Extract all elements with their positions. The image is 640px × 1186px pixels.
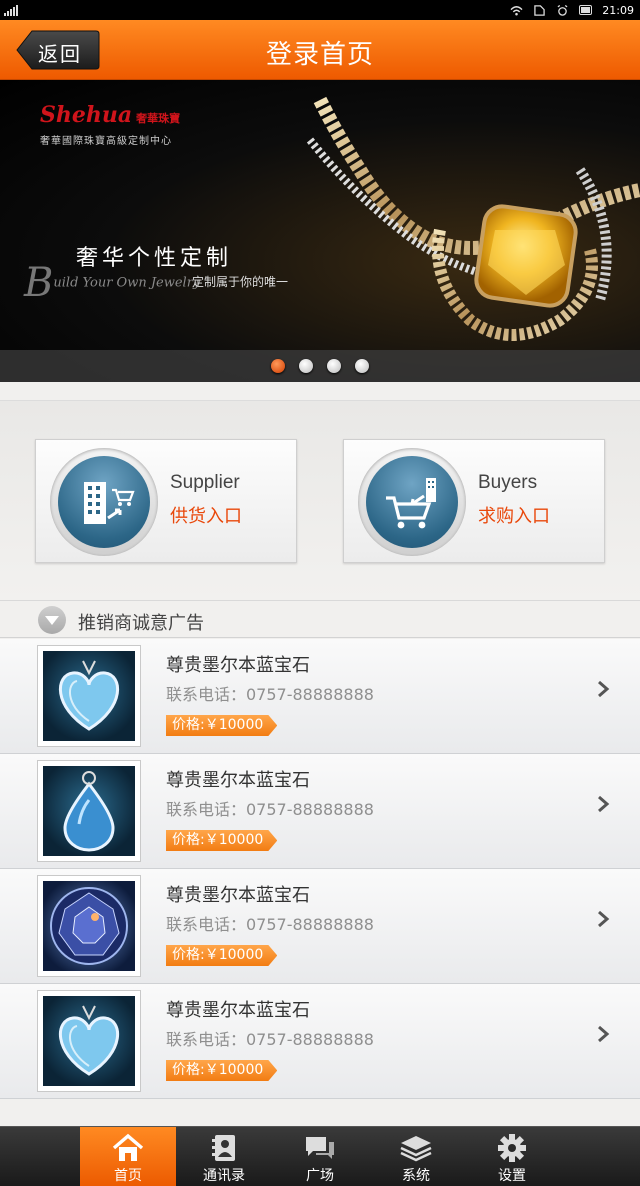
sim-icon bbox=[534, 4, 546, 16]
supplier-label-cn: 供货入口 bbox=[170, 506, 242, 527]
brand-subtitle: 奢華國際珠寶高級定制中心 bbox=[40, 136, 172, 147]
tab-system[interactable]: 系统 bbox=[368, 1127, 464, 1186]
list-item[interactable]: 尊贵墨尔本蓝宝石 联系电话：0757-88888888 价格:￥10000 bbox=[0, 639, 640, 754]
product-thumbnail bbox=[37, 760, 141, 862]
price-tag: 价格:￥10000 bbox=[166, 715, 278, 736]
product-title: 尊贵墨尔本蓝宝石 bbox=[166, 1000, 310, 1021]
buyers-label-cn: 求购入口 bbox=[478, 506, 550, 527]
banner-carousel[interactable]: Shehua 奢華珠寶 奢華國際珠寶高級定制中心 奢华个性定制 Build You… bbox=[0, 80, 640, 382]
heart-pendant-image bbox=[58, 660, 120, 731]
carousel-dot[interactable] bbox=[299, 359, 313, 373]
price-tag: 价格:￥10000 bbox=[166, 830, 278, 851]
banner-subslogan: 定制属于你的唯一 bbox=[192, 275, 289, 289]
heart-pendant-image bbox=[58, 1005, 120, 1076]
carousel-indicator bbox=[0, 350, 640, 382]
chevron-right-icon bbox=[598, 910, 610, 928]
chevron-right-icon bbox=[598, 795, 610, 813]
home-icon bbox=[112, 1133, 144, 1161]
status-time: 21:09 bbox=[602, 3, 634, 17]
product-phone: 联系电话：0757-88888888 bbox=[166, 800, 374, 819]
product-title: 尊贵墨尔本蓝宝石 bbox=[166, 885, 310, 906]
buyers-icon-frame bbox=[358, 448, 466, 556]
contacts-icon bbox=[212, 1135, 235, 1161]
price-tag: 价格:￥10000 bbox=[166, 945, 278, 966]
round-gem-image bbox=[50, 887, 128, 965]
chevron-right-icon bbox=[598, 680, 610, 698]
brand-cn: 奢華珠寶 bbox=[136, 112, 181, 125]
carousel-dot[interactable] bbox=[355, 359, 369, 373]
product-phone: 联系电话：0757-88888888 bbox=[166, 915, 374, 934]
tab-settings[interactable]: 设置 bbox=[464, 1127, 560, 1186]
supplier-label-en: Supplier bbox=[170, 472, 240, 493]
supplier-icon-frame bbox=[50, 448, 158, 556]
ads-section-title: 推销商诚意广告 bbox=[78, 613, 204, 634]
tab-home-label: 首页 bbox=[114, 1168, 142, 1184]
product-phone: 联系电话：0757-88888888 bbox=[166, 1030, 374, 1049]
cart-building-icon bbox=[386, 478, 436, 529]
wifi-icon bbox=[510, 5, 523, 15]
drop-pendant-image bbox=[63, 771, 115, 852]
brand-name: Shehua bbox=[40, 102, 133, 128]
list-item[interactable]: 尊贵墨尔本蓝宝石 联系电话：0757-88888888 价格:￥10000 bbox=[0, 754, 640, 869]
tab-contacts[interactable]: 通讯录 bbox=[176, 1127, 272, 1186]
supplier-entry-button[interactable]: Supplier 供货入口 bbox=[35, 439, 297, 563]
signal-icon bbox=[4, 4, 18, 16]
buyers-entry-button[interactable]: Buyers 求购入口 bbox=[343, 439, 605, 563]
chat-icon bbox=[306, 1137, 334, 1159]
collapse-arrow-icon[interactable] bbox=[38, 606, 66, 634]
carousel-dot[interactable] bbox=[271, 359, 285, 373]
buyers-label-en: Buyers bbox=[478, 472, 538, 493]
product-thumbnail bbox=[37, 645, 141, 747]
alarm-icon bbox=[557, 4, 568, 16]
tab-contacts-label: 通讯录 bbox=[203, 1168, 245, 1184]
list-item[interactable]: 尊贵墨尔本蓝宝石 联系电话：0757-88888888 价格:￥10000 bbox=[0, 869, 640, 984]
product-thumbnail bbox=[37, 875, 141, 977]
title-bar: 返回 登录首页 bbox=[0, 20, 640, 80]
banner-script-initial: B bbox=[24, 260, 54, 306]
building-cart-icon bbox=[84, 482, 135, 524]
necklace-image bbox=[306, 96, 640, 341]
brand-logo: Shehua 奢華珠寶 奢華國際珠寶高級定制中心 bbox=[40, 102, 180, 147]
status-bar: 21:09 bbox=[0, 0, 640, 20]
product-thumbnail bbox=[37, 990, 141, 1092]
battery-icon bbox=[579, 5, 593, 15]
chevron-right-icon bbox=[598, 1025, 610, 1043]
tab-settings-label: 设置 bbox=[498, 1168, 526, 1184]
banner-script-text: uild Your Own Jewelry bbox=[53, 275, 201, 291]
tab-system-label: 系统 bbox=[402, 1168, 430, 1184]
product-list: 尊贵墨尔本蓝宝石 联系电话：0757-88888888 价格:￥10000 尊贵… bbox=[0, 639, 640, 1099]
page-title: 登录首页 bbox=[265, 40, 374, 70]
tab-home[interactable]: 首页 bbox=[80, 1127, 176, 1186]
layers-icon bbox=[400, 1136, 432, 1162]
product-title: 尊贵墨尔本蓝宝石 bbox=[166, 770, 310, 791]
price-tag: 价格:￥10000 bbox=[166, 1060, 278, 1081]
tab-square[interactable]: 广场 bbox=[272, 1127, 368, 1186]
list-item[interactable]: 尊贵墨尔本蓝宝石 联系电话：0757-88888888 价格:￥10000 bbox=[0, 984, 640, 1099]
carousel-dot[interactable] bbox=[327, 359, 341, 373]
ads-section-header[interactable]: 推销商诚意广告 bbox=[0, 600, 640, 638]
banner-script: Build Your Own Jewelry bbox=[24, 260, 200, 306]
tab-square-label: 广场 bbox=[306, 1168, 334, 1184]
product-phone: 联系电话：0757-88888888 bbox=[166, 685, 374, 704]
entry-section: Supplier 供货入口 Buyers 求购入口 bbox=[0, 400, 640, 600]
gear-icon bbox=[498, 1134, 526, 1162]
product-title: 尊贵墨尔本蓝宝石 bbox=[166, 655, 310, 676]
bottom-tab-bar: 首页 通讯录 广场 系统 设置 bbox=[0, 1126, 640, 1186]
